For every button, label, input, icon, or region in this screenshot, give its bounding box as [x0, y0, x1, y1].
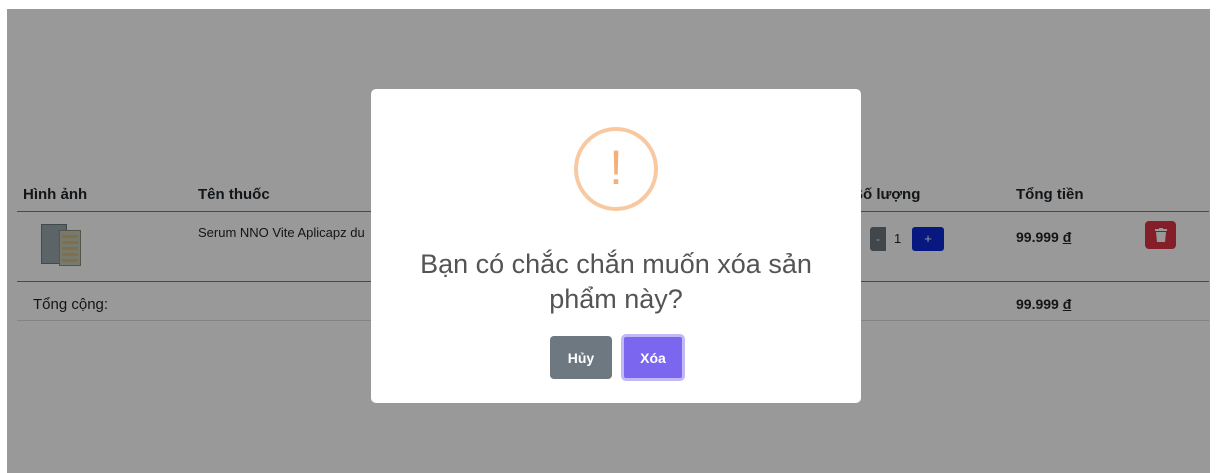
warning-icon: ! [574, 127, 658, 211]
confirm-delete-button[interactable]: Xóa [621, 334, 685, 381]
dialog-title: Bạn có chắc chắn muốn xóa sản phẩm này? [420, 249, 812, 314]
cancel-button[interactable]: Hủy [550, 336, 612, 379]
cart-page: Hình ảnh Tên thuốc Số lượng Tổng tiền Se… [7, 9, 1210, 473]
confirm-delete-dialog: ! Bạn có chắc chắn muốn xóa sản phẩm này… [371, 89, 861, 403]
